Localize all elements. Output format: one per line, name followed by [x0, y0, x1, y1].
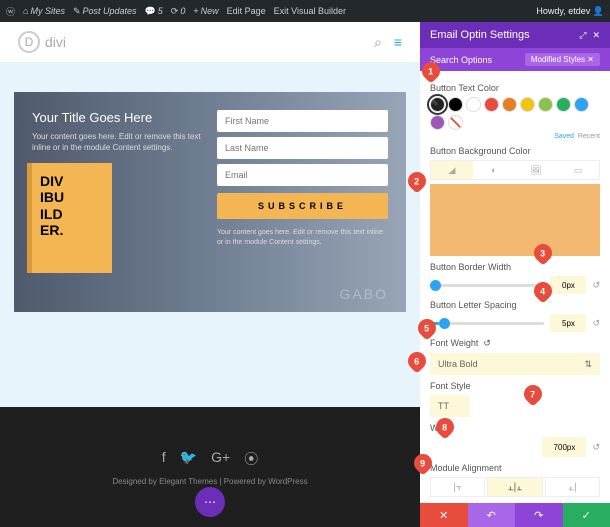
saved-tab[interactable]: Saved — [554, 133, 574, 140]
reset-icon[interactable]: ↺ — [592, 442, 600, 453]
color-swatches: ✎ — [430, 97, 600, 130]
close-icon[interactable]: ✕ — [592, 30, 600, 41]
footer-credit: Designed by Elegant Themes | Powered by … — [112, 477, 307, 486]
align-right-button[interactable]: ⫠| — [545, 477, 600, 497]
new-link[interactable]: + New — [193, 6, 218, 16]
color-swatch[interactable] — [538, 97, 553, 112]
discard-button[interactable]: ✕ — [420, 503, 468, 527]
align-left-button[interactable]: |⫟ — [430, 477, 485, 497]
border-width-slider[interactable] — [430, 284, 544, 287]
facebook-icon[interactable]: f — [162, 449, 166, 469]
redo-button[interactable]: ↷ — [515, 503, 563, 527]
letter-spacing-label: Button Letter Spacing — [430, 300, 600, 310]
align-center-button[interactable]: ⫠|⫠ — [487, 477, 542, 497]
email-field[interactable] — [217, 164, 388, 186]
color-swatch-pick[interactable]: ✎ — [430, 97, 445, 112]
bg-gradient-tab[interactable]: ◐ — [473, 161, 515, 179]
recent-tab[interactable]: Recent — [578, 133, 600, 140]
my-sites-link[interactable]: ⌂ My Sites — [23, 6, 65, 16]
border-width-label: Button Border Width — [430, 262, 600, 272]
optin-desc: Your content goes here. Edit or remove t… — [32, 131, 203, 153]
bg-video-tab[interactable]: ▭ — [557, 161, 599, 179]
bg-color-tab[interactable]: ◢ — [431, 161, 473, 179]
color-swatch-none[interactable] — [448, 115, 463, 130]
first-name-field[interactable] — [217, 110, 388, 132]
panel-header: Email Optin Settings ⤢ ✕ — [420, 22, 610, 48]
alignment-label: Module Alignment — [430, 463, 600, 473]
panel-footer: ✕ ↶ ↷ ✓ — [420, 503, 610, 527]
width-input[interactable] — [542, 437, 586, 457]
search-icon[interactable]: ⌕ — [374, 34, 382, 51]
expand-icon[interactable]: ⤢ — [579, 30, 586, 41]
modified-filter[interactable]: Modified Styles ✕ — [525, 53, 600, 66]
wp-admin-bar: ⓦ ⌂ My Sites ✎ Post Updates 💬 5 ⟳ 0 + Ne… — [0, 0, 610, 22]
post-updates-link[interactable]: ✎ Post Updates — [73, 6, 137, 17]
edit-page-link[interactable]: Edit Page — [227, 6, 266, 16]
page-preview: Ddivi ⌕ ≡ Your Title Goes Here Your cont… — [0, 22, 420, 527]
updates-count[interactable]: ⟳ 0 — [171, 6, 186, 17]
howdy-user[interactable]: Howdy, etdev 👤 — [536, 6, 604, 17]
builder-fab[interactable]: ⋯ — [195, 487, 225, 517]
rss-icon[interactable]: ⦿ — [244, 449, 258, 469]
letter-spacing-input[interactable] — [550, 314, 586, 332]
optin-footer-text: Your content goes here. Edit or remove t… — [217, 228, 388, 248]
wp-logo[interactable]: ⓦ — [6, 5, 15, 18]
exit-builder-link[interactable]: Exit Visual Builder — [274, 6, 346, 16]
menu-icon[interactable]: ≡ — [394, 34, 402, 51]
color-swatch[interactable] — [520, 97, 535, 112]
twitter-icon[interactable]: 🐦 — [180, 449, 197, 469]
color-swatch[interactable] — [448, 97, 463, 112]
search-options[interactable]: Search Options — [430, 55, 492, 65]
panel-title: Email Optin Settings — [430, 29, 530, 41]
book-image: DIV IBU ILD ER. — [32, 163, 112, 273]
text-color-label: Button Text Color — [430, 83, 600, 93]
google-icon[interactable]: G+ — [211, 449, 230, 469]
color-swatch[interactable] — [502, 97, 517, 112]
color-swatch[interactable] — [430, 115, 445, 130]
font-style-label: Font Style — [430, 381, 600, 391]
last-name-field[interactable] — [217, 137, 388, 159]
bg-color-preview[interactable] — [430, 184, 600, 256]
width-label: Width — [430, 423, 600, 433]
color-swatch[interactable] — [484, 97, 499, 112]
border-width-input[interactable] — [550, 276, 586, 294]
color-swatch[interactable] — [556, 97, 571, 112]
font-weight-label: Font Weight ↺ — [430, 338, 600, 349]
color-swatch[interactable] — [574, 97, 589, 112]
save-button[interactable]: ✓ — [563, 503, 610, 527]
font-weight-select[interactable]: Ultra Bold⇅ — [430, 353, 600, 375]
letter-spacing-slider[interactable] — [430, 322, 544, 325]
site-header: Ddivi ⌕ ≡ — [0, 22, 420, 62]
color-swatch[interactable] — [466, 97, 481, 112]
comments-count[interactable]: 💬 5 — [145, 6, 163, 17]
bg-image-tab[interactable]: 🖼 — [515, 161, 557, 179]
watermark: GABO — [340, 286, 388, 302]
email-optin-module[interactable]: Your Title Goes Here Your content goes h… — [14, 92, 406, 312]
panel-subheader: Search Options Modified Styles ✕ — [420, 48, 610, 71]
settings-panel: Email Optin Settings ⤢ ✕ Search Options … — [420, 22, 610, 527]
font-style-tt[interactable]: TT — [430, 395, 470, 417]
divi-logo[interactable]: Ddivi — [18, 31, 66, 53]
undo-button[interactable]: ↶ — [468, 503, 516, 527]
reset-icon[interactable]: ↺ — [592, 280, 600, 291]
reset-icon[interactable]: ↺ — [592, 318, 600, 329]
optin-title: Your Title Goes Here — [32, 110, 203, 125]
subscribe-button[interactable]: SUBSCRIBE — [217, 193, 388, 219]
bg-color-label: Button Background Color — [430, 146, 600, 156]
